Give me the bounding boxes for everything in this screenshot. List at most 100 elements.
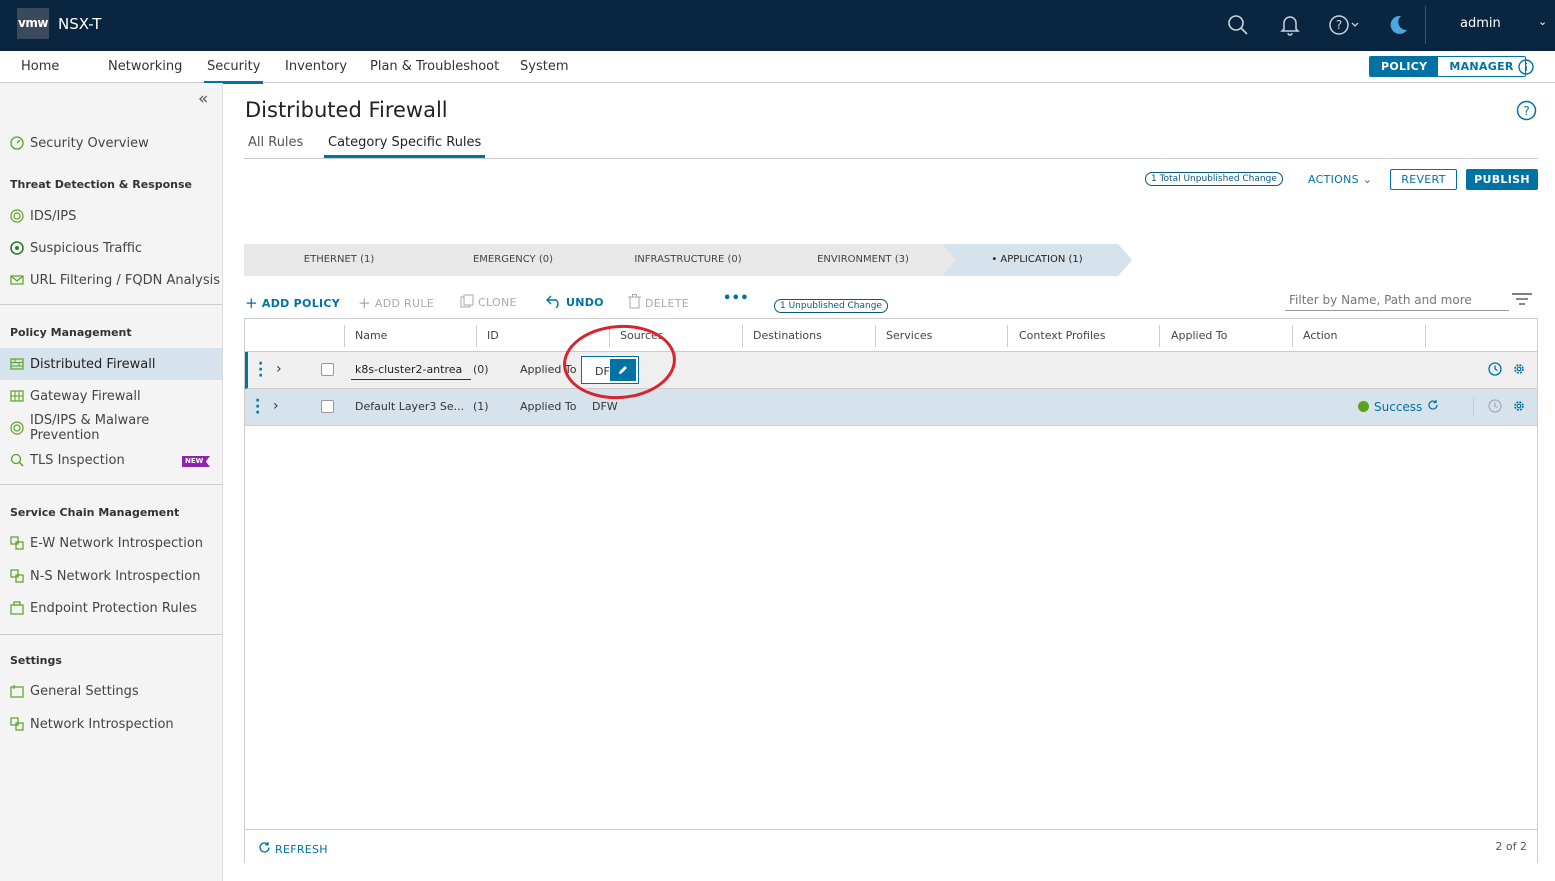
chevron-right-icon[interactable]: ›	[273, 398, 279, 414]
sidebar-item-url-filtering[interactable]: URL Filtering / FQDN Analysis	[0, 264, 222, 296]
drag-handle-icon[interactable]: · · ·	[255, 394, 260, 420]
filter-icon[interactable]	[1512, 293, 1532, 309]
applied-to-value: DFW	[592, 400, 618, 413]
filter-input[interactable]	[1285, 289, 1509, 311]
row-count: 2 of 2	[1495, 840, 1527, 853]
sidebar-item-ew-introspection[interactable]: E-W Network Introspection	[0, 527, 222, 559]
help-icon[interactable]: ?	[1516, 100, 1537, 125]
nav-home[interactable]: Home	[21, 59, 59, 74]
category-environment[interactable]: ENVIRONMENT (3)	[768, 244, 958, 276]
moon-icon[interactable]	[1385, 12, 1411, 38]
column-context-profiles[interactable]: Context Profiles	[1019, 329, 1106, 342]
column-name[interactable]: Name	[355, 329, 387, 342]
envelope-icon	[10, 273, 24, 287]
delete-button[interactable]: DELETE	[628, 294, 689, 312]
unpublished-change-badge[interactable]: 1 Unpublished Change	[774, 299, 888, 313]
unpublished-total-badge[interactable]: 1 Total Unpublished Change	[1145, 172, 1283, 186]
chevron-down-icon[interactable]: ⌄	[1538, 15, 1547, 28]
table-row[interactable]: ··· › (0) Applied To DF	[245, 352, 1537, 389]
add-policy-button[interactable]: + ADD POLICY	[245, 294, 340, 312]
clock-icon[interactable]	[1488, 362, 1502, 380]
sidebar-item-general-settings[interactable]: General Settings	[0, 675, 222, 707]
table-row[interactable]: · · · › Default Layer3 Se... (1) Applied T…	[245, 389, 1537, 426]
tab-all-rules[interactable]: All Rules	[248, 135, 303, 150]
sidebar-item-endpoint-protection[interactable]: Endpoint Protection Rules	[0, 592, 222, 624]
success-dot-icon	[1358, 401, 1369, 412]
publish-button[interactable]: PUBLISH	[1466, 169, 1538, 190]
sidebar-item-gateway-firewall[interactable]: Gateway Firewall	[0, 380, 222, 412]
column-id[interactable]: ID	[487, 329, 499, 342]
policy-name: Default Layer3 Se...	[355, 400, 465, 413]
gear-icon[interactable]	[1512, 362, 1526, 380]
section-settings: Settings	[10, 654, 62, 667]
policy-mode-button[interactable]: POLICY	[1370, 57, 1439, 76]
column-services[interactable]: Services	[886, 329, 932, 342]
nav-networking[interactable]: Networking	[108, 59, 182, 74]
section-policy-management: Policy Management	[10, 326, 132, 339]
info-icon[interactable]	[1518, 59, 1534, 79]
help-icon[interactable]: ?	[1328, 12, 1362, 38]
more-options-icon[interactable]: •••	[723, 291, 749, 306]
refresh-button[interactable]: REFRESH	[258, 841, 328, 857]
column-action[interactable]: Action	[1303, 329, 1337, 342]
sidebar-divider	[0, 484, 222, 485]
sidebar-item-ids-ips[interactable]: IDS/IPS	[0, 200, 222, 232]
policy-name-input[interactable]	[351, 359, 471, 380]
column-applied-to[interactable]: Applied To	[1171, 329, 1227, 342]
clone-icon	[460, 294, 474, 311]
nav-security[interactable]: Security	[203, 59, 264, 84]
nav-inventory[interactable]: Inventory	[285, 59, 347, 74]
settings-icon	[10, 684, 24, 698]
search-icon[interactable]	[1225, 12, 1251, 38]
rules-grid: Name ID Sources Destinations Services Co…	[244, 318, 1538, 863]
nav-system[interactable]: System	[520, 59, 568, 74]
bell-icon[interactable]	[1277, 12, 1303, 38]
manager-mode-button[interactable]: MANAGER	[1438, 57, 1525, 76]
undo-icon	[546, 294, 562, 311]
category-infrastructure[interactable]: INFRASTRUCTURE (0)	[593, 244, 783, 276]
sidebar-item-ids-malware[interactable]: IDS/IPS & Malware Prevention	[0, 412, 222, 444]
product-name: NSX-T	[58, 15, 102, 33]
row-checkbox[interactable]	[321, 363, 334, 376]
undo-button[interactable]: UNDO	[546, 294, 604, 311]
column-destinations[interactable]: Destinations	[753, 329, 822, 342]
actions-dropdown[interactable]: ACTIONS ⌄	[1308, 173, 1372, 186]
category-application[interactable]: • APPLICATION (1)	[942, 244, 1132, 276]
nav-plan-troubleshoot[interactable]: Plan & Troubleshoot	[370, 59, 499, 74]
introspection-icon	[10, 569, 24, 583]
lock-search-icon	[10, 453, 24, 467]
add-rule-button[interactable]: + ADD RULE	[358, 294, 434, 312]
radar-icon	[10, 241, 24, 255]
sidebar-item-network-introspection[interactable]: Network Introspection	[0, 708, 222, 740]
sidebar-item-suspicious-traffic[interactable]: Suspicious Traffic	[0, 232, 222, 264]
drag-handle-icon[interactable]: · · ·	[258, 357, 263, 383]
category-ethernet[interactable]: ETHERNET (1)	[244, 244, 434, 276]
target-icon	[10, 209, 24, 223]
plus-icon: +	[358, 294, 371, 312]
user-menu[interactable]: admin	[1460, 16, 1501, 31]
gateway-firewall-icon	[10, 389, 24, 403]
trash-icon	[628, 294, 641, 312]
section-threat-detection: Threat Detection & Response	[10, 178, 192, 191]
sidebar-item-distributed-firewall[interactable]: Distributed Firewall	[0, 348, 222, 380]
gear-icon[interactable]	[1512, 399, 1526, 417]
clone-button[interactable]: CLONE	[460, 294, 517, 311]
sidebar: « Security Overview Threat Detection & R…	[0, 83, 223, 881]
collapse-sidebar-icon[interactable]: «	[198, 89, 208, 109]
tab-category-specific-rules[interactable]: Category Specific Rules	[323, 135, 486, 158]
endpoint-icon	[10, 601, 24, 615]
header-divider	[1425, 6, 1426, 44]
plus-icon: +	[245, 294, 258, 312]
sidebar-item-ns-introspection[interactable]: N-S Network Introspection	[0, 560, 222, 592]
sidebar-divider	[0, 634, 222, 635]
vmware-logo: vmw	[17, 8, 49, 39]
category-emergency[interactable]: EMERGENCY (0)	[418, 244, 608, 276]
revert-button[interactable]: REVERT	[1390, 169, 1457, 190]
refresh-icon[interactable]	[1427, 399, 1439, 414]
svg-text:?: ?	[1336, 18, 1342, 32]
row-checkbox[interactable]	[321, 400, 334, 413]
sidebar-item-security-overview[interactable]: Security Overview	[0, 127, 222, 159]
page-title: Distributed Firewall	[245, 98, 448, 122]
chevron-right-icon[interactable]: ›	[276, 361, 282, 377]
status-badge: Success	[1358, 399, 1439, 414]
